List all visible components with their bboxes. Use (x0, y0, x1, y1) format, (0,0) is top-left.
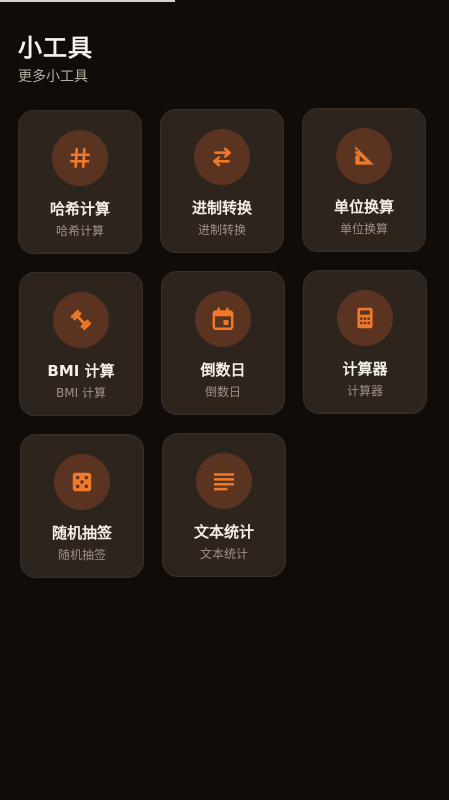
tool-card-title: 单位换算 (333, 198, 394, 216)
tool-card-title: 随机抽签 (51, 524, 112, 542)
tool-card-countdown[interactable]: 倒数日 倒数日 (161, 271, 285, 415)
tool-card-subtitle: 随机抽签 (57, 548, 106, 562)
tool-card-calculator[interactable]: 计算器 计算器 (303, 270, 427, 414)
tool-card-subtitle: BMI 计算 (56, 386, 106, 400)
tool-card-unit-convert[interactable]: 单位换算 单位换算 (302, 108, 426, 252)
tool-card-bmi[interactable]: BMI 计算 BMI 计算 (19, 272, 143, 416)
page-title: 小工具 (18, 34, 93, 62)
tool-card-subtitle: 哈希计算 (55, 224, 104, 238)
page-header: 小工具 更多小工具 (18, 32, 93, 86)
tool-card-subtitle: 文本统计 (199, 547, 248, 561)
dice-icon (54, 454, 110, 510)
swap-arrows-icon (194, 129, 250, 185)
tool-card-title: 计算器 (342, 360, 388, 378)
tool-card-title: 进制转换 (191, 199, 252, 217)
tool-card-title: 倒数日 (200, 361, 246, 379)
tool-card-title: 哈希计算 (49, 200, 110, 218)
tool-card-subtitle: 单位换算 (339, 222, 388, 236)
text-lines-icon (196, 453, 252, 509)
status-bar-line (0, 0, 175, 2)
set-square-ruler-icon (336, 128, 392, 184)
hash-icon (52, 130, 108, 186)
dumbbell-icon (53, 292, 109, 348)
tool-card-random-draw[interactable]: 随机抽签 随机抽签 (20, 434, 144, 578)
tool-card-title: BMI 计算 (47, 362, 115, 380)
tool-card-subtitle: 计算器 (346, 384, 383, 398)
tool-card-hash[interactable]: 哈希计算 哈希计算 (18, 110, 142, 254)
page-subtitle: 更多小工具 (18, 69, 88, 85)
calculator-icon (337, 290, 393, 346)
tool-card-base-convert[interactable]: 进制转换 进制转换 (160, 109, 284, 253)
tool-card-subtitle: 进制转换 (197, 223, 246, 237)
tool-card-title: 文本统计 (193, 523, 254, 541)
tool-card-subtitle: 倒数日 (204, 385, 241, 399)
calendar-icon (195, 291, 251, 347)
tool-card-text-stats[interactable]: 文本统计 文本统计 (162, 433, 286, 577)
